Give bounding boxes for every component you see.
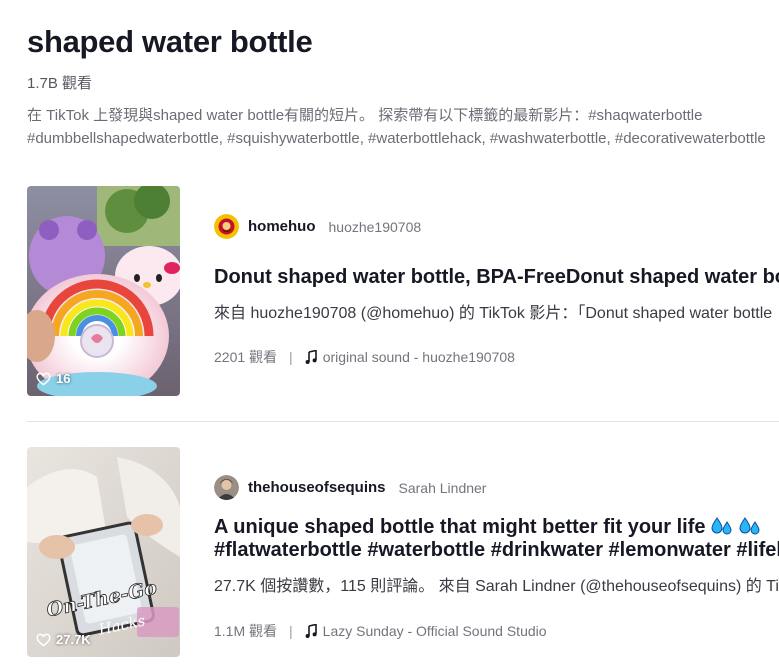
video-thumbnail[interactable]: 16 [27,186,180,396]
total-views: 1.7B 觀看 [27,75,93,92]
video-title[interactable]: Donut shaped water bottle, BPA-FreeDonut… [214,266,779,289]
music-note-icon [305,350,317,364]
avatar[interactable] [214,475,239,500]
video-title[interactable]: A unique shaped bottle that might better… [214,516,779,539]
video-card: 16 homehuo huozhe190708 Donut shaped wat… [0,186,779,396]
author-nickname: Sarah Lindner [398,479,487,496]
sound-name[interactable]: Lazy Sunday - Official Sound Studio [323,623,547,639]
video-hashtags[interactable]: #flatwaterbottle #waterbottle #drinkwate… [214,539,779,562]
video-title-text: A unique shaped bottle that might better… [214,516,706,538]
page-hashtags: #dumbbellshapedwaterbottle, #squishywate… [27,130,766,147]
author-row[interactable]: thehouseofsequins Sarah Lindner [214,475,486,500]
meta-separator: | [289,623,293,639]
donut-bottle-image [27,186,180,396]
water-drops-emoji-icon [711,517,732,535]
heart-icon [36,372,51,386]
divider [27,421,779,422]
video-thumbnail[interactable]: On-The-Go Hacks 27.7K [27,447,180,657]
avatar[interactable] [214,214,239,239]
video-views: 2201 觀看 [214,349,278,365]
like-count: 27.7K [36,632,91,647]
heart-icon [36,633,51,647]
video-views: 1.1M 觀看 [214,623,278,639]
like-count-value: 16 [56,371,71,386]
flat-bottle-image: On-The-Go Hacks [27,447,180,657]
page-title: shaped water bottle [27,24,313,59]
sound-name[interactable]: original sound - huozhe190708 [323,349,515,365]
water-drops-emoji-icon [739,517,760,535]
author-row[interactable]: homehuo huozhe190708 [214,214,421,239]
page-description: 在 TikTok 上發現與shaped water bottle有關的短片。 探… [27,107,703,124]
music-note-icon [305,624,317,638]
author-username[interactable]: homehuo [248,218,316,235]
video-description: 來自 huozhe190708 (@homehuo) 的 TikTok 影片：「… [214,305,773,322]
author-username[interactable]: thehouseofsequins [248,479,386,496]
like-count-value: 27.7K [56,632,91,647]
video-meta: 1.1M 觀看 | Lazy Sunday - Official Sound S… [214,621,547,641]
meta-separator: | [289,349,293,365]
author-nickname: huozhe190708 [328,218,422,235]
video-card: On-The-Go Hacks 27.7K thehouseofsequins … [0,447,779,659]
video-description: 27.7K 個按讚數，115 則評論。 來自 Sarah Lindner (@t… [214,578,779,595]
video-meta: 2201 觀看 | original sound - huozhe190708 [214,347,515,367]
like-count: 16 [36,371,70,386]
